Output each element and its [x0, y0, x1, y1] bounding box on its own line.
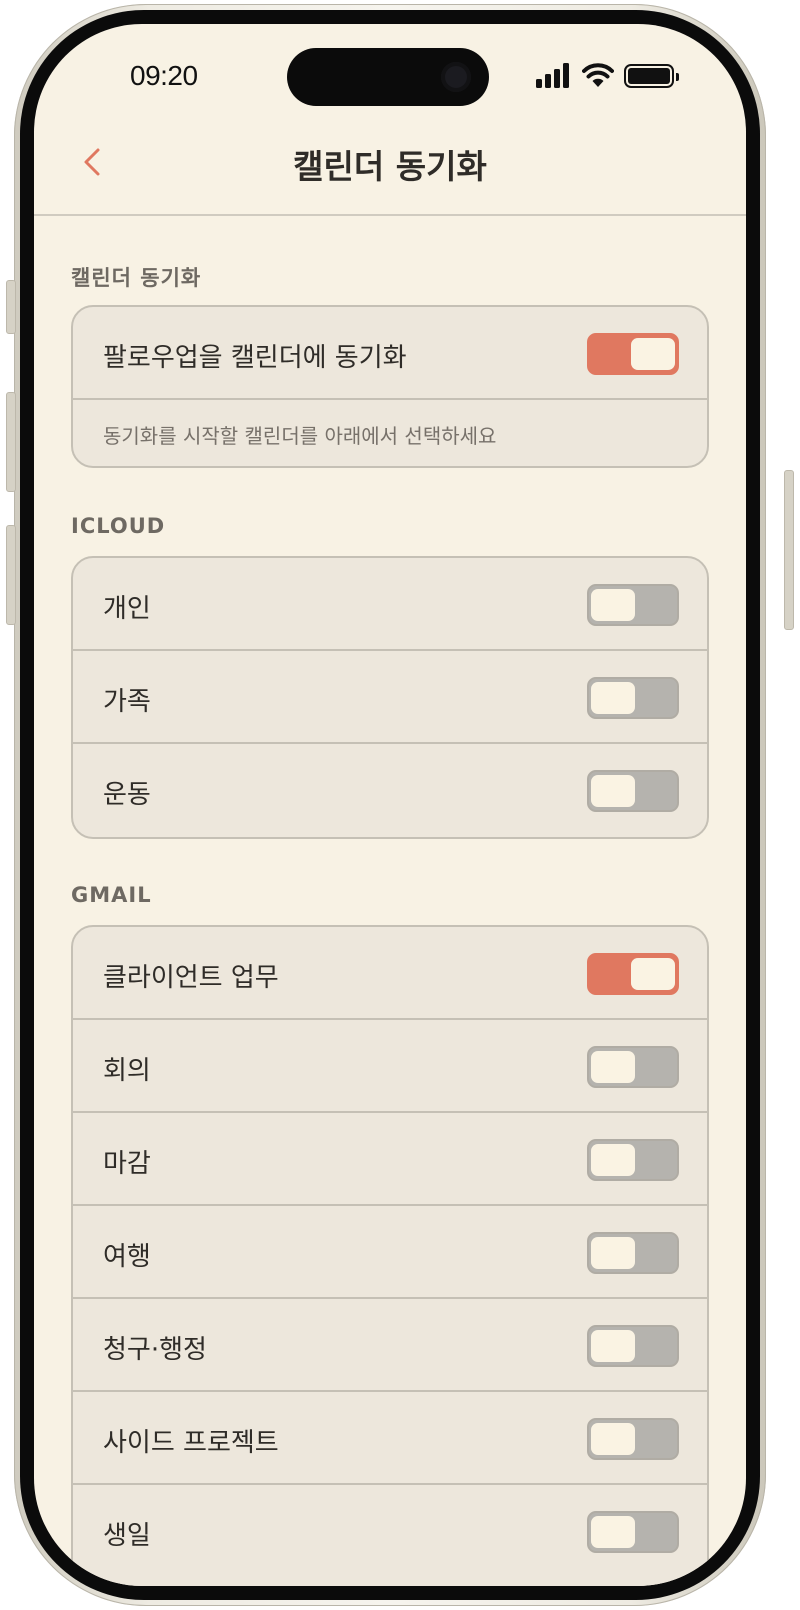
volume-down-button — [6, 525, 16, 625]
toggle-billing[interactable] — [587, 1325, 679, 1367]
toggle-knob — [591, 1051, 635, 1083]
calendar-row-workout: 운동 — [73, 744, 707, 837]
toggle-client-work[interactable] — [587, 953, 679, 995]
toggle-knob — [591, 682, 635, 714]
calendar-row-deadlines: 마감 — [73, 1113, 707, 1206]
calendar-row-family: 가족 — [73, 651, 707, 744]
toggle-knob — [591, 589, 635, 621]
toggle-knob — [591, 1423, 635, 1455]
row-label: 사이드 프로젝트 — [103, 1428, 279, 1458]
row-label: 운동 — [103, 780, 151, 810]
sync-card: 팔로우업을 캘린더에 동기화 동기화를 시작할 캘린더를 아래에서 선택하세요 — [71, 305, 709, 468]
row-label: 개인 — [103, 594, 151, 624]
row-label: 가족 — [103, 687, 151, 717]
toggle-side-project[interactable] — [587, 1418, 679, 1460]
toggle-knob — [631, 338, 675, 370]
section-header-gmail: GMAIL — [71, 883, 152, 907]
row-label: 생일 — [103, 1521, 151, 1551]
calendar-row-travel: 여행 — [73, 1206, 707, 1299]
toggle-family[interactable] — [587, 677, 679, 719]
toggle-knob — [591, 1144, 635, 1176]
volume-up-button — [6, 392, 16, 492]
toggle-deadlines[interactable] — [587, 1139, 679, 1181]
icloud-card: 개인 가족 운동 — [71, 556, 709, 839]
battery-icon — [624, 64, 679, 88]
row-label: 마감 — [103, 1149, 151, 1179]
calendar-row-personal: 개인 — [73, 558, 707, 651]
calendar-row-billing: 청구·행정 — [73, 1299, 707, 1392]
section-header-icloud: ICLOUD — [71, 514, 166, 538]
toggle-knob — [631, 958, 675, 990]
gmail-card: 클라이언트 업무 회의 마감 여행 청구·행정 사이드 프로젝트 생일 — [71, 925, 709, 1586]
hint-text: 동기화를 시작할 캘린더를 아래에서 선택하세요 — [103, 424, 497, 448]
status-time: 09:20 — [130, 60, 198, 91]
row-label: 클라이언트 업무 — [103, 963, 279, 993]
calendar-row-side-project: 사이드 프로젝트 — [73, 1392, 707, 1485]
toggle-knob — [591, 1237, 635, 1269]
toggle-birthdays[interactable] — [587, 1511, 679, 1553]
row-label: 청구·행정 — [103, 1335, 207, 1365]
row-label: 여행 — [103, 1242, 151, 1272]
wifi-icon — [582, 63, 614, 87]
sync-main-row: 팔로우업을 캘린더에 동기화 — [73, 307, 707, 400]
row-label: 회의 — [103, 1056, 151, 1086]
page-title: 캘린더 동기화 — [293, 147, 487, 186]
section-header-sync: 캘린더 동기화 — [71, 266, 202, 290]
toggle-knob — [591, 1330, 635, 1362]
toggle-knob — [591, 775, 635, 807]
row-label: 팔로우업을 캘린더에 동기화 — [103, 343, 407, 373]
dynamic-island — [287, 48, 489, 106]
screen: 09:20 캘린더 동기화 캘린더 동기화 팔로우업을 캘린더에 동기화 동기화… — [34, 24, 746, 1586]
toggle-workout[interactable] — [587, 770, 679, 812]
calendar-row-client-work: 클라이언트 업무 — [73, 927, 707, 1020]
status-icons — [536, 62, 686, 92]
power-button — [784, 470, 794, 630]
sync-hint-row: 동기화를 시작할 캘린더를 아래에서 선택하세요 — [73, 400, 707, 466]
signal-icon — [536, 62, 572, 88]
sync-toggle[interactable] — [587, 333, 679, 375]
calendar-row-birthdays: 생일 — [73, 1485, 707, 1578]
status-bar: 09:20 — [34, 24, 746, 124]
toggle-travel[interactable] — [587, 1232, 679, 1274]
nav-bar: 캘린더 동기화 — [34, 124, 746, 216]
toggle-knob — [591, 1516, 635, 1548]
toggle-personal[interactable] — [587, 584, 679, 626]
camera-icon — [441, 62, 471, 92]
calendar-row-meetings: 회의 — [73, 1020, 707, 1113]
toggle-meetings[interactable] — [587, 1046, 679, 1088]
silent-switch — [6, 280, 16, 334]
